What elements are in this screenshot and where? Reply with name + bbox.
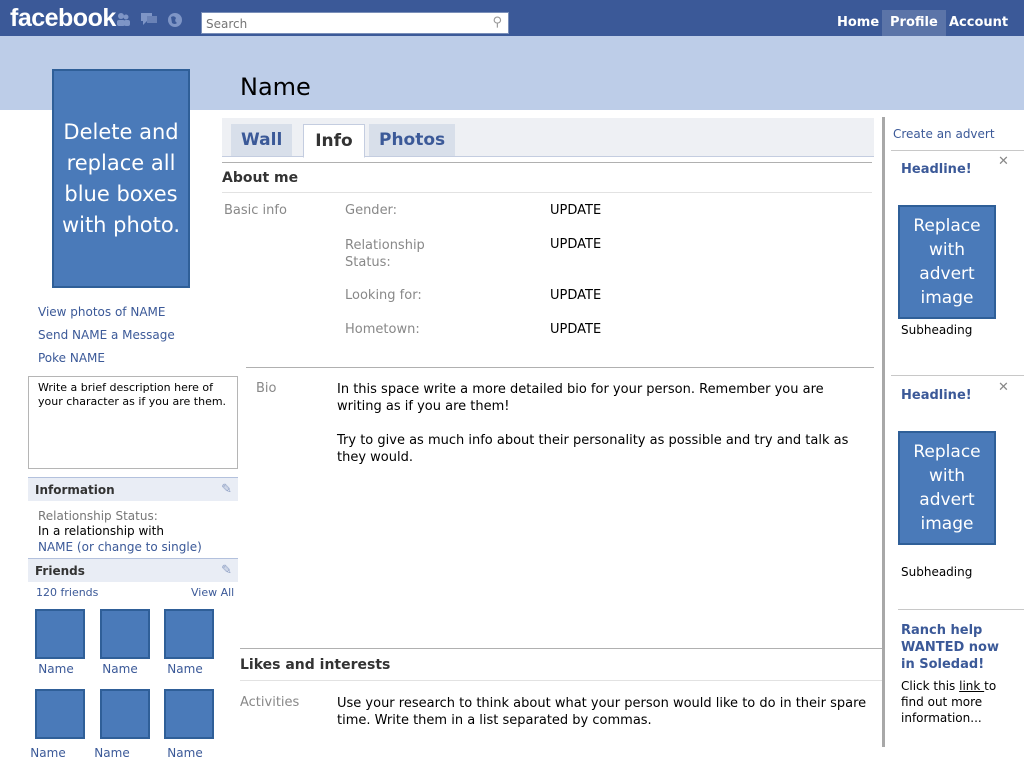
advert-image[interactable]: Replace with advert image [898,205,996,319]
profile-description-box[interactable]: Write a brief description here of your c… [28,376,238,469]
divider [222,162,872,163]
friend-requests-icon[interactable] [115,12,131,26]
profile-photo[interactable]: Delete and replace all blue boxes with p… [52,69,190,288]
friend-photo[interactable] [35,609,85,659]
friend-photo[interactable] [100,689,150,739]
friends-count[interactable]: 120 friends [36,586,98,599]
friends-header: Friends ✎ [28,558,238,582]
information-title: Information [35,483,115,497]
relationship-status-value: In a relationship with [38,524,164,538]
facebook-logo[interactable]: facebook [10,4,116,33]
nav-profile[interactable]: Profile [882,10,946,36]
promo-text: Click this link to find out more informa… [901,678,1017,726]
friend-photo[interactable] [100,609,150,659]
activities-label: Activities [240,695,300,710]
send-message-link[interactable]: Send NAME a Message [38,328,175,342]
friends-title: Friends [35,564,85,578]
hometown-label: Hometown: [345,322,420,337]
profile-name: Name [240,73,311,101]
edit-pencil-icon[interactable]: ✎ [221,478,232,502]
ad-subheading: Subheading [901,565,973,579]
relationship-status-value: UPDATE [550,237,602,252]
poke-link[interactable]: Poke NAME [38,351,105,365]
likes-heading: Likes and interests [240,657,391,673]
friend-name[interactable]: Name [153,746,217,760]
divider [222,192,872,193]
nav-account[interactable]: Account ▾ [941,10,1024,56]
friend-name[interactable]: Name [16,746,80,760]
close-icon[interactable]: ✕ [998,154,1009,169]
create-advert-link[interactable]: Create an advert [893,127,995,141]
profile-description-text: Write a brief description here of your c… [38,381,227,408]
profile-photo-text: Delete and replace all blue boxes with p… [61,119,181,237]
divider [240,648,882,649]
messages-icon[interactable] [141,12,157,26]
basic-info-label: Basic info [224,203,287,218]
nav-home[interactable]: Home [829,10,887,36]
gender-label: Gender: [345,203,398,218]
activities-text: Use your research to think about what yo… [337,696,867,728]
advert-image-text: Replace with advert image [913,442,981,534]
ad-headline[interactable]: Headline! [901,388,972,403]
bio-paragraph-1: In this space write a more detailed bio … [337,382,824,414]
relationship-partner-link[interactable]: NAME (or change to single) [38,540,202,554]
looking-for-label: Looking for: [345,288,422,303]
divider [891,375,1024,376]
promo-headline[interactable]: Ranch help WANTED now in Soledad! [901,622,1017,673]
friends-view-all-link[interactable]: View All [191,586,234,599]
friend-name[interactable]: Name [24,662,88,676]
hometown-value: UPDATE [550,322,602,337]
notifications-globe-icon[interactable] [167,12,183,27]
about-me-heading: About me [222,170,299,186]
tab-photos[interactable]: Photos [369,124,456,156]
tab-wall[interactable]: Wall [231,124,293,156]
looking-for-value: UPDATE [550,288,602,303]
advert-image-text: Replace with advert image [913,216,981,308]
promo-link[interactable]: link [959,679,984,693]
bio-label: Bio [256,381,277,396]
search-box[interactable]: ⚲ [201,12,509,34]
friend-photo[interactable] [164,689,214,739]
ad-subheading: Subheading [901,323,973,337]
information-header: Information ✎ [28,477,238,501]
friend-photo[interactable] [164,609,214,659]
close-icon[interactable]: ✕ [998,380,1009,395]
view-photos-link[interactable]: View photos of NAME [38,305,165,319]
friend-photo[interactable] [35,689,85,739]
column-divider [882,117,885,747]
relationship-status-label: Relationship Status: [345,238,425,270]
promo-text-before: Click this [901,679,960,693]
divider [891,150,1024,151]
edit-pencil-icon[interactable]: ✎ [221,559,232,583]
divider [246,367,874,368]
friend-name[interactable]: Name [88,662,152,676]
ad-headline[interactable]: Headline! [901,162,972,177]
friend-name[interactable]: Name [80,746,144,760]
relationship-status-label: Relationship Status: [38,509,158,523]
divider [240,680,882,681]
search-icon[interactable]: ⚲ [492,15,502,30]
friend-name[interactable]: Name [153,662,217,676]
divider [898,609,1024,610]
advert-image[interactable]: Replace with advert image [898,431,996,545]
gender-value: UPDATE [550,203,602,218]
search-input[interactable] [202,14,480,34]
bio-paragraph-2: Try to give as much info about their per… [337,433,849,465]
tab-info[interactable]: Info [303,124,365,158]
